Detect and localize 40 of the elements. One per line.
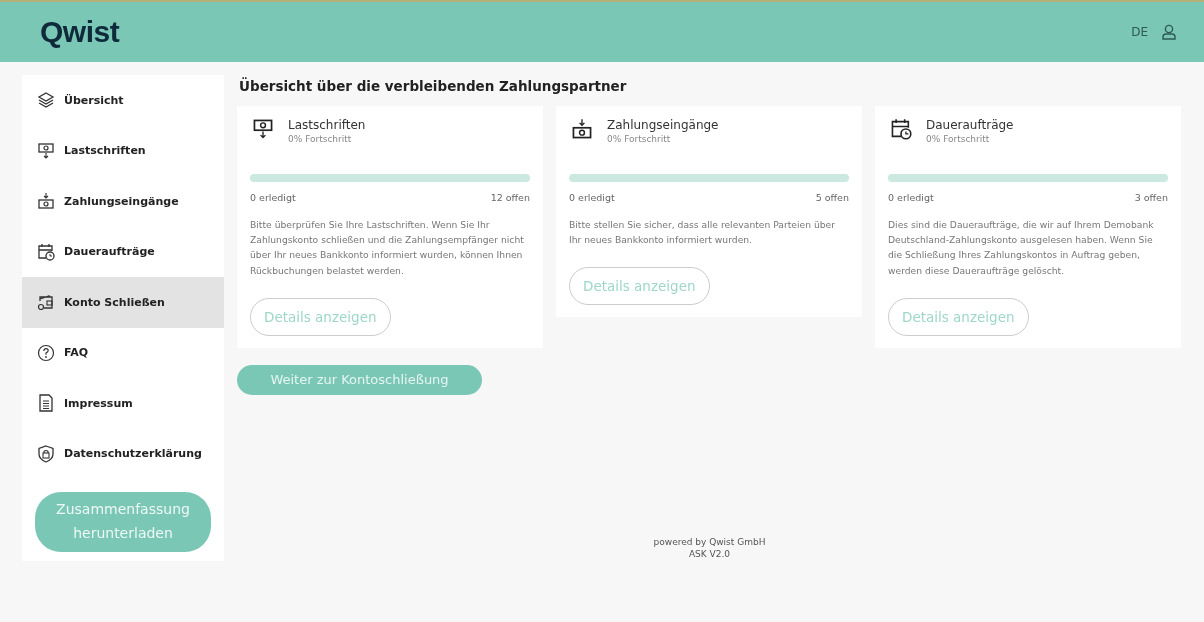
powered-by-text: powered by Qwist GmbH bbox=[653, 536, 766, 547]
sidebar-item[interactable]: Impressum bbox=[22, 378, 224, 429]
done-count: 0 erledigt bbox=[888, 192, 934, 203]
progress-text: 0% Fortschritt bbox=[288, 134, 353, 144]
banknote-icon bbox=[252, 118, 274, 140]
open-count: 3 offen bbox=[1134, 192, 1168, 203]
sidebar-item[interactable]: Datenschutzerklärung bbox=[22, 428, 224, 479]
layers-icon bbox=[37, 91, 55, 110]
user-icon[interactable] bbox=[1162, 24, 1176, 40]
banknote-icon bbox=[571, 118, 593, 140]
sidebar-item[interactable]: Konto Schließen bbox=[22, 277, 224, 328]
sidebar-item[interactable]: FAQ bbox=[22, 327, 224, 378]
language-code[interactable]: DE bbox=[1131, 25, 1148, 39]
sidebar-item[interactable]: Übersicht bbox=[22, 75, 224, 126]
calendar-icon bbox=[37, 242, 55, 261]
card-description: Bitte überprüfen Sie Ihre Lastschriften. Wenn Sie Ihr Zahlungskonto schließen und die Zahlungsempfänger nicht über Ihr neues Bankkonto informiert wurden, können Ihnen Rückbuchungen belastet werden. bbox=[250, 218, 525, 278]
done-count: 0 erledigt bbox=[569, 192, 615, 203]
sidebar-item[interactable]: Daueraufträge bbox=[22, 226, 224, 277]
progress-text: 0% Fortschritt bbox=[607, 134, 672, 144]
card-title: Zahlungseingänge bbox=[607, 118, 719, 132]
sidebar-item[interactable]: Zahlungseingänge bbox=[22, 176, 224, 227]
logo[interactable]: Qwist bbox=[40, 15, 120, 49]
sidebar-item[interactable]: Lastschriften bbox=[22, 125, 224, 176]
card-description: Dies sind die Daueraufträge, die wir auf Ihrem Demobank Deutschland-Zahlungskonto ausgelesen haben. Wenn Sie die Schließung Ihres Zahlungskontos in Auftrag geben, werden diese Daueraufträge gelöscht. bbox=[888, 218, 1155, 278]
wallet-icon bbox=[37, 293, 55, 312]
document-icon bbox=[37, 394, 55, 413]
calendar-icon bbox=[890, 118, 912, 140]
banknote-icon bbox=[37, 192, 55, 211]
card-title: Daueraufträge bbox=[926, 118, 1014, 132]
open-count: 5 offen bbox=[815, 192, 849, 203]
page-title: Übersicht über die verbleibenden Zahlungspartner bbox=[239, 78, 628, 94]
banknote-icon bbox=[37, 141, 55, 160]
done-count: 0 erledigt bbox=[250, 192, 296, 203]
open-count: 12 offen bbox=[490, 192, 530, 203]
card-description: Bitte stellen Sie sicher, dass alle relevanten Parteien über Ihr neues Bankkonto informiert wurden. bbox=[569, 218, 837, 248]
version-text: ASK V2.0 bbox=[688, 548, 731, 559]
shield-icon bbox=[37, 444, 55, 463]
help-icon bbox=[37, 343, 55, 362]
card-title: Lastschriften bbox=[288, 118, 366, 132]
progress-text: 0% Fortschritt bbox=[926, 134, 991, 144]
